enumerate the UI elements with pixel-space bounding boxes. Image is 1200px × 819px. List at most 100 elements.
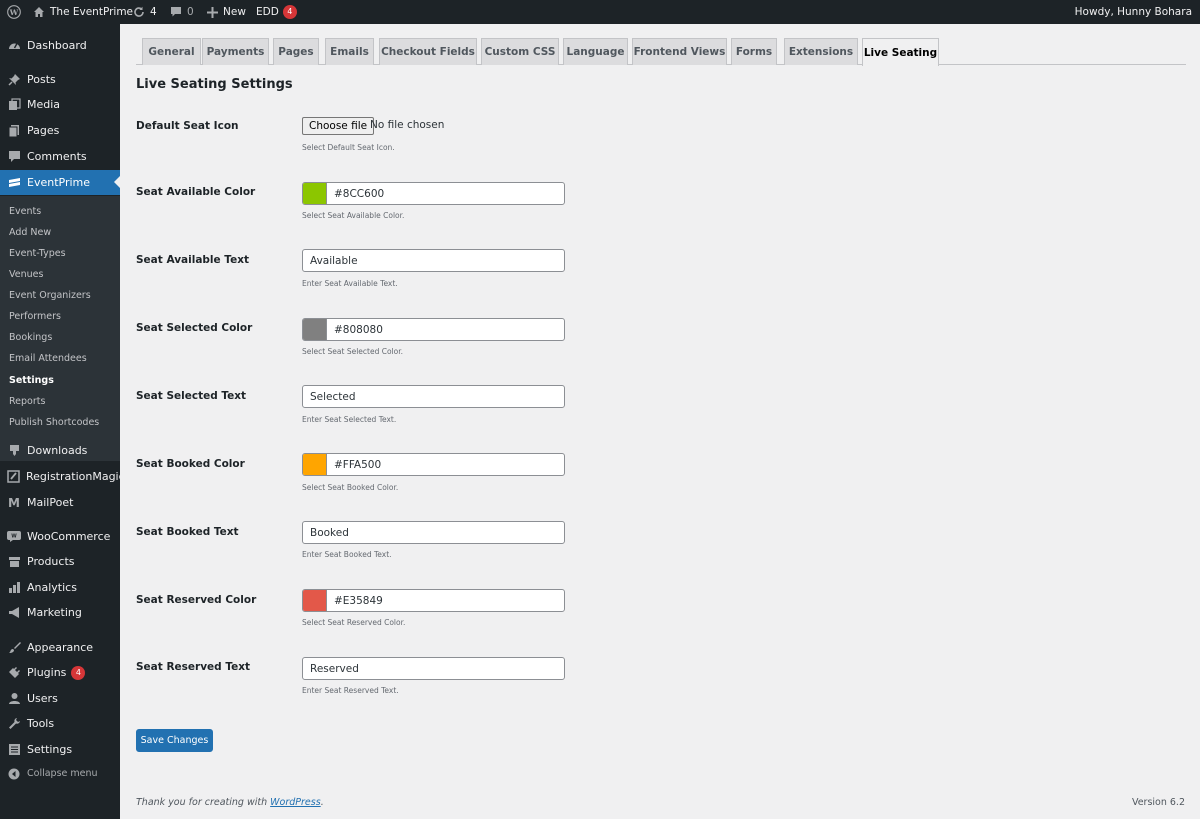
color-value: #FFA500 xyxy=(334,458,382,471)
seat-booked-color-label: Seat Booked Color xyxy=(136,458,245,470)
edd-badge: 4 xyxy=(282,5,297,19)
pushpin-icon xyxy=(7,73,21,87)
menu-item-dashboard[interactable]: Dashboard xyxy=(0,33,120,58)
menu-item-plugins[interactable]: Plugins 4 xyxy=(0,660,120,685)
settings-sliders-icon xyxy=(7,743,21,757)
submenu-event-types[interactable]: Event-Types xyxy=(9,247,66,261)
footer-thanks: Thank you for creating with WordPress. xyxy=(136,797,324,808)
menu-item-tools[interactable]: Tools xyxy=(0,711,120,736)
tab-live-seating[interactable]: Live Seating xyxy=(862,38,939,66)
new-label: New xyxy=(223,6,246,18)
plugins-update-badge: 4 xyxy=(71,665,86,680)
menu-item-pages[interactable]: Pages xyxy=(0,118,120,143)
admin-sidebar: Dashboard Posts Media Pages Comments Eve… xyxy=(0,24,125,819)
submenu-reports[interactable]: Reports xyxy=(9,395,45,409)
comments-link[interactable]: 0 xyxy=(170,0,194,24)
seat-selected-color-field[interactable]: #808080 xyxy=(302,318,565,341)
submenu-events[interactable]: Events xyxy=(9,205,41,219)
comments-count: 0 xyxy=(187,6,194,18)
menu-item-settings[interactable]: Settings xyxy=(0,737,120,762)
home-icon xyxy=(33,6,45,18)
woocommerce-icon: W xyxy=(7,530,21,544)
collapse-menu-button[interactable]: Collapse menu xyxy=(0,761,120,786)
color-swatch[interactable] xyxy=(303,590,327,611)
mailpoet-icon: M xyxy=(8,495,20,510)
menu-item-media[interactable]: Media xyxy=(0,92,120,117)
seat-selected-color-label: Seat Selected Color xyxy=(136,322,253,334)
tab-custom-css[interactable]: Custom CSS xyxy=(481,38,559,65)
bar-chart-icon xyxy=(7,581,21,595)
seat-available-text-label: Seat Available Text xyxy=(136,254,249,266)
seat-reserved-text-label: Seat Reserved Text xyxy=(136,661,251,673)
default-seat-icon-desc: Select Default Seat Icon. xyxy=(302,143,395,152)
save-changes-button[interactable]: Save Changes xyxy=(136,729,213,752)
registrationmagic-icon xyxy=(7,470,20,484)
submenu-event-organizers[interactable]: Event Organizers xyxy=(9,289,91,303)
download-icon xyxy=(7,444,21,458)
new-content-link[interactable]: New xyxy=(207,0,246,24)
seat-reserved-text-input[interactable]: Reserved xyxy=(302,657,565,680)
menu-item-products[interactable]: Products xyxy=(0,549,120,574)
plus-icon xyxy=(207,6,218,18)
tab-pages[interactable]: Pages xyxy=(273,38,319,65)
wordpress-link[interactable]: WordPress xyxy=(270,797,321,808)
seat-available-text-input[interactable]: Available xyxy=(302,249,565,272)
seat-reserved-color-desc: Select Seat Reserved Color. xyxy=(302,618,406,627)
menu-item-appearance[interactable]: Appearance xyxy=(0,635,120,660)
tab-general[interactable]: General xyxy=(142,38,201,65)
seat-available-text-desc: Enter Seat Available Text. xyxy=(302,279,398,288)
color-value: #E35849 xyxy=(334,594,383,607)
seat-reserved-color-field[interactable]: #E35849 xyxy=(302,589,565,612)
menu-item-posts[interactable]: Posts xyxy=(0,67,120,92)
menu-item-marketing[interactable]: Marketing xyxy=(0,600,120,625)
greeting-text: Howdy, Hunny Bohara xyxy=(1074,6,1192,18)
site-name-link[interactable]: The EventPrime xyxy=(33,0,133,24)
submenu-add-new[interactable]: Add New xyxy=(9,226,51,240)
seat-booked-text-label: Seat Booked Text xyxy=(136,526,239,538)
tab-forms[interactable]: Forms xyxy=(731,38,777,65)
seat-booked-color-field[interactable]: #FFA500 xyxy=(302,453,565,476)
color-swatch[interactable] xyxy=(303,183,327,204)
tab-frontend-views[interactable]: Frontend Views xyxy=(632,38,727,65)
tab-emails[interactable]: Emails xyxy=(325,38,374,65)
edd-link[interactable]: EDD 4 xyxy=(256,0,297,24)
seat-available-color-field[interactable]: #8CC600 xyxy=(302,182,565,205)
wordpress-logo-icon[interactable]: W xyxy=(7,0,21,24)
tab-payments[interactable]: Payments xyxy=(202,38,269,65)
menu-item-analytics[interactable]: Analytics xyxy=(0,575,120,600)
submenu-performers[interactable]: Performers xyxy=(9,310,61,324)
seat-selected-text-desc: Enter Seat Selected Text. xyxy=(302,415,397,424)
dashboard-icon xyxy=(7,39,21,53)
menu-item-mailpoet[interactable]: M MailPoet xyxy=(0,490,120,515)
tab-language[interactable]: Language xyxy=(563,38,628,65)
seat-reserved-color-label: Seat Reserved Color xyxy=(136,594,257,606)
seat-selected-text-input[interactable]: Selected xyxy=(302,385,565,408)
seat-booked-color-desc: Select Seat Booked Color. xyxy=(302,483,399,492)
menu-item-downloads[interactable]: Downloads xyxy=(0,438,120,463)
menu-item-woocommerce[interactable]: W WooCommerce xyxy=(0,524,120,549)
menu-item-eventprime[interactable]: EventPrime xyxy=(0,170,120,195)
submenu-settings[interactable]: Settings xyxy=(9,374,54,388)
color-swatch[interactable] xyxy=(303,454,327,475)
paintbrush-icon xyxy=(7,641,21,655)
tab-checkout-fields[interactable]: Checkout Fields xyxy=(379,38,477,65)
color-swatch[interactable] xyxy=(303,319,327,340)
pages-icon xyxy=(7,124,21,138)
updates-link[interactable]: 4 xyxy=(133,0,157,24)
submenu-email-attendees[interactable]: Email Attendees xyxy=(9,352,87,366)
choose-file-button[interactable]: Choose file xyxy=(302,117,375,135)
default-seat-icon-label: Default Seat Icon xyxy=(136,120,239,132)
media-icon xyxy=(7,98,21,112)
tab-extensions[interactable]: Extensions xyxy=(784,38,858,65)
submenu-publish-shortcodes[interactable]: Publish Shortcodes xyxy=(9,416,99,430)
menu-item-registrationmagic[interactable]: RegistrationMagic xyxy=(0,464,125,489)
seat-selected-text-label: Seat Selected Text xyxy=(136,390,247,402)
account-greeting[interactable]: Howdy, Hunny Bohara xyxy=(1075,0,1192,24)
menu-item-users[interactable]: Users xyxy=(0,686,120,711)
plug-icon xyxy=(7,666,21,680)
products-icon xyxy=(7,555,21,569)
seat-booked-text-input[interactable]: Booked xyxy=(302,521,565,544)
menu-item-comments[interactable]: Comments xyxy=(0,144,120,169)
submenu-bookings[interactable]: Bookings xyxy=(9,331,52,345)
submenu-venues[interactable]: Venues xyxy=(9,268,43,282)
